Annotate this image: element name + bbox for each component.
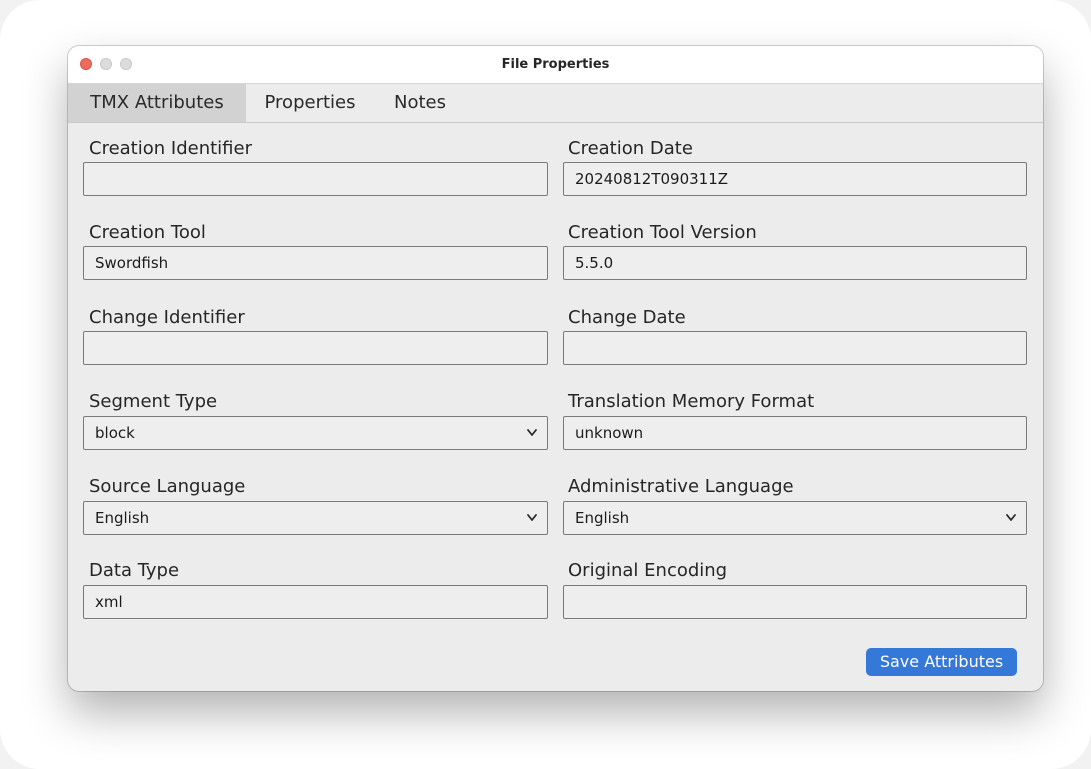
creation-date-label: Creation Date — [568, 138, 693, 159]
creation-tool-input[interactable]: Swordfish — [83, 246, 548, 280]
original-encoding-label: Original Encoding — [568, 560, 728, 581]
creation-tool-label: Creation Tool — [89, 222, 206, 243]
administrative-language-label: Administrative Language — [568, 476, 794, 497]
translation-memory-format-label: Translation Memory Format — [568, 391, 815, 412]
creation-tool-version-label: Creation Tool Version — [568, 222, 757, 243]
chevron-down-icon — [527, 429, 537, 436]
file-properties-window: File Properties TMX Attributes Propertie… — [68, 46, 1043, 691]
tab-notes[interactable]: Notes — [380, 84, 460, 122]
original-encoding-input[interactable] — [563, 585, 1027, 619]
title-bar[interactable]: File Properties — [68, 46, 1043, 84]
administrative-language-value: English — [575, 509, 630, 527]
save-attributes-button[interactable]: Save Attributes — [866, 648, 1017, 676]
source-language-label: Source Language — [89, 476, 246, 497]
administrative-language-select[interactable]: English — [563, 501, 1027, 535]
tab-tmx-attributes[interactable]: TMX Attributes — [68, 84, 246, 122]
segment-type-value: block — [95, 424, 135, 442]
translation-memory-format-input[interactable]: unknown — [563, 416, 1027, 450]
data-type-label: Data Type — [89, 560, 180, 581]
data-type-input[interactable]: xml — [83, 585, 548, 619]
creation-tool-version-input[interactable]: 5.5.0 — [563, 246, 1027, 280]
segment-type-label: Segment Type — [89, 391, 218, 412]
change-date-input[interactable] — [563, 331, 1027, 365]
source-language-value: English — [95, 509, 150, 527]
change-identifier-label: Change Identifier — [89, 307, 245, 328]
tab-bar: TMX Attributes Properties Notes — [68, 84, 1043, 123]
source-language-select[interactable]: English — [83, 501, 548, 535]
segment-type-select[interactable]: block — [83, 416, 548, 450]
creation-identifier-input[interactable] — [83, 162, 548, 196]
window-title: File Properties — [501, 57, 610, 72]
creation-identifier-label: Creation Identifier — [89, 138, 252, 159]
chevron-down-icon — [1006, 514, 1016, 521]
change-identifier-input[interactable] — [83, 331, 548, 365]
creation-date-input[interactable]: 20240812T090311Z — [563, 162, 1027, 196]
change-date-label: Change Date — [568, 307, 686, 328]
tab-properties[interactable]: Properties — [248, 84, 372, 122]
chevron-down-icon — [527, 514, 537, 521]
